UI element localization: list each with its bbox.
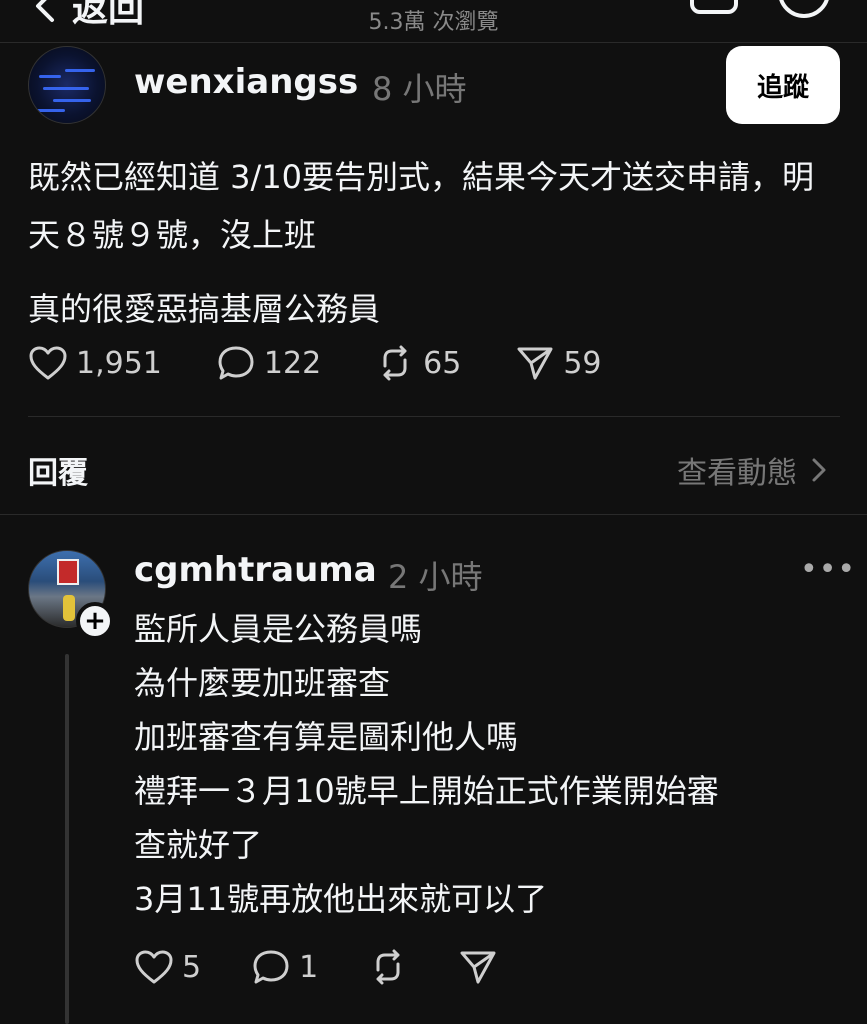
comment-button[interactable]: 122	[216, 344, 321, 382]
share-count: 59	[563, 345, 602, 381]
reply-line: 禮拜一３月10號早上開始正式作業開始審	[134, 772, 719, 810]
post-paragraph: 真的很愛惡搞基層公務員	[28, 290, 381, 328]
repost-button[interactable]: 65	[375, 344, 461, 382]
reply-username[interactable]: cgmhtrauma	[134, 550, 377, 590]
view-count: 5.3萬 次瀏覽	[368, 10, 499, 35]
comment-button[interactable]: 1	[251, 948, 318, 986]
post-text: 既然已經知道 3/10要告別式，結果今天才送交申請，明天８號９號，沒上班 真的很…	[28, 148, 838, 338]
reply-line: 3月11號再放他出來就可以了	[134, 880, 548, 918]
share-button[interactable]: 59	[515, 344, 602, 382]
divider	[0, 514, 867, 515]
reply-line: 為什麼要加班審查	[134, 664, 391, 702]
notification-icon[interactable]	[690, 0, 738, 14]
chevron-right-icon	[812, 458, 826, 482]
follow-button[interactable]: 追蹤	[726, 46, 840, 124]
comment-icon	[253, 950, 289, 984]
replies-heading: 回覆	[28, 456, 88, 491]
repost-count: 65	[423, 345, 462, 381]
send-icon	[517, 347, 553, 380]
repost-icon	[376, 949, 400, 985]
heart-icon	[29, 346, 67, 380]
like-count: 1,951	[76, 345, 162, 381]
reply-actions: 5 1	[134, 948, 548, 986]
heart-icon	[135, 950, 173, 984]
post-paragraph: 既然已經知道 3/10要告別式，結果今天才送交申請，明天８號９號，沒上班	[28, 158, 815, 254]
post-actions: 1,951 122 65 59	[28, 344, 656, 382]
share-button[interactable]	[458, 948, 498, 986]
more-options-icon[interactable]: •••	[800, 552, 856, 587]
avatar[interactable]	[28, 46, 106, 124]
comment-icon	[218, 346, 254, 380]
top-bar: 返回 5.3萬 次瀏覽	[0, 0, 867, 42]
like-button[interactable]: 5	[134, 949, 201, 985]
thread-line	[65, 654, 69, 1024]
divider	[28, 416, 840, 417]
reply-timestamp: 2 小時	[388, 558, 483, 596]
reply-line: 加班審查有算是圖利他人嗎	[134, 718, 519, 756]
repost-icon	[383, 345, 407, 381]
view-activity-label: 查看動態	[677, 456, 797, 491]
reply-line: 查就好了	[134, 826, 263, 864]
follow-plus-icon[interactable]: +	[76, 602, 114, 640]
comment-count: 122	[263, 345, 322, 381]
like-count: 5	[182, 949, 202, 985]
reply-line: 監所人員是公務員嗎	[134, 610, 423, 648]
header-divider	[0, 42, 867, 43]
post-username[interactable]: wenxiangss	[134, 62, 358, 102]
comment-count: 1	[299, 949, 319, 985]
view-activity-link[interactable]: 查看動態	[677, 448, 827, 492]
repost-button[interactable]	[368, 948, 408, 986]
send-icon	[460, 951, 496, 984]
reply-text: 監所人員是公務員嗎 為什麼要加班審查 加班審查有算是圖利他人嗎 禮拜一３月10號…	[134, 602, 834, 926]
like-button[interactable]: 1,951	[28, 345, 162, 381]
post-timestamp: 8 小時	[372, 70, 467, 108]
